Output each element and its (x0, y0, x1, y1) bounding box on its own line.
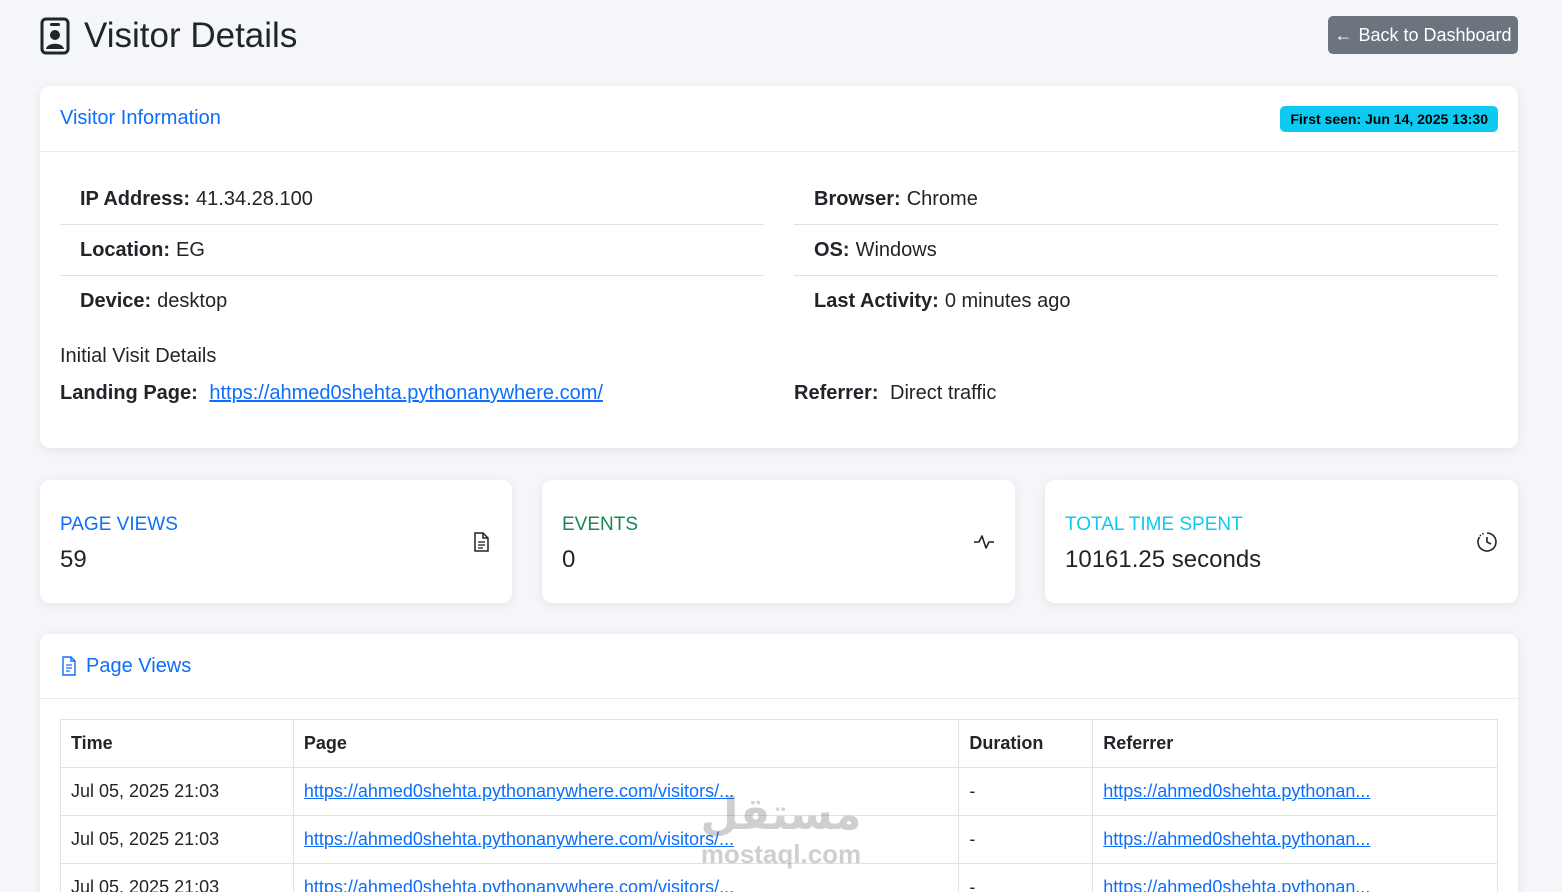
time-cell: Jul 05, 2025 21:03 (60, 767, 294, 816)
info-label: Last Activity: (814, 290, 939, 312)
info-row-location: Location: EG (60, 225, 764, 276)
table-header-row: Time Page Duration Referrer (60, 719, 1498, 768)
file-text-icon (60, 656, 78, 676)
referrer-line: Referrer: Direct traffic (794, 382, 996, 405)
location-value: EG (176, 238, 205, 261)
info-label: Location: (80, 238, 170, 261)
device-value: desktop (157, 290, 228, 312)
page-views-card: Page Views Time Page Duration Referrer J… (40, 634, 1518, 892)
time-cell: Jul 05, 2025 21:03 (60, 863, 294, 892)
column-header: Duration (958, 719, 1094, 768)
table-row: Jul 05, 2025 21:03 https://ahmed0shehta.… (60, 815, 1498, 864)
referrer-cell: https://ahmed0shehta.pythonan... (1092, 815, 1498, 864)
arrow-left-icon: ← (1334, 24, 1353, 45)
info-row-ip: IP Address: 41.34.28.100 (60, 174, 764, 225)
referrer-cell: https://ahmed0shehta.pythonan... (1092, 863, 1498, 892)
back-to-dashboard-button[interactable]: ← Back to Dashboard (1328, 16, 1518, 54)
info-label: IP Address: (80, 187, 191, 210)
page-views-stat-card: PAGE VIEWS 59 (40, 480, 512, 603)
page-views-header: Page Views (40, 634, 1518, 699)
table-row: Jul 05, 2025 21:03 https://ahmed0shehta.… (60, 863, 1498, 892)
landing-page-link[interactable]: https://ahmed0shehta.pythonanywhere.com/ (209, 382, 603, 404)
stat-value: 0 (562, 546, 576, 573)
page-header: Visitor Details ← Back to Dashboard (40, 14, 1518, 58)
info-row-os: OS: Windows (794, 225, 1498, 276)
info-row-browser: Browser: Chrome (794, 174, 1498, 225)
page-cell: https://ahmed0shehta.pythonanywhere.com/… (292, 767, 960, 816)
duration-cell: - (958, 863, 1094, 892)
stat-value: 10161.25 seconds (1065, 546, 1262, 573)
duration-cell: - (958, 767, 1094, 816)
browser-value: Chrome (906, 187, 978, 210)
page-views-table: Time Page Duration Referrer Jul 05, 2025… (60, 719, 1498, 892)
file-text-icon (470, 531, 492, 553)
back-button-label: Back to Dashboard (1358, 24, 1512, 45)
os-value: Windows (855, 238, 937, 261)
stat-label: EVENTS (562, 514, 639, 535)
page-link[interactable]: https://ahmed0shehta.pythonanywhere.com/… (304, 877, 734, 892)
referrer-cell: https://ahmed0shehta.pythonan... (1092, 767, 1498, 816)
referrer-value: Direct traffic (890, 382, 997, 404)
landing-page-label: Landing Page: (60, 382, 198, 404)
person-badge-icon (40, 16, 74, 56)
referrer-label: Referrer: (794, 382, 879, 404)
page-link[interactable]: https://ahmed0shehta.pythonanywhere.com/… (304, 829, 734, 849)
stat-label: PAGE VIEWS (60, 514, 178, 535)
referrer-link[interactable]: https://ahmed0shehta.pythonan... (1103, 877, 1370, 892)
visitor-information-title: Visitor Information (60, 107, 221, 129)
info-label: OS: (814, 238, 850, 261)
page-cell: https://ahmed0shehta.pythonanywhere.com/… (292, 863, 960, 892)
referrer-link[interactable]: https://ahmed0shehta.pythonan... (1103, 829, 1370, 849)
page-views-title: Page Views (86, 654, 192, 677)
page-link[interactable]: https://ahmed0shehta.pythonanywhere.com/… (304, 781, 734, 801)
visitor-information-header: Visitor Information First seen: Jun 14, … (40, 86, 1518, 152)
time-cell: Jul 05, 2025 21:03 (60, 815, 294, 864)
ip-address-value: 41.34.28.100 (196, 187, 313, 210)
info-left-column: IP Address: 41.34.28.100 Location: EG De… (60, 174, 764, 327)
events-stat-card: EVENTS 0 (542, 480, 1015, 603)
total-time-stat-card: TOTAL TIME SPENT 10161.25 seconds (1045, 480, 1518, 603)
last-activity-value: 0 minutes ago (944, 290, 1071, 312)
duration-cell: - (958, 815, 1094, 864)
table-row: Jul 05, 2025 21:03 https://ahmed0shehta.… (60, 767, 1498, 816)
stat-value: 59 (60, 546, 87, 573)
column-header: Page (292, 719, 960, 768)
info-label: Browser: (814, 187, 901, 210)
title-wrap: Visitor Details (40, 14, 297, 58)
landing-page-line: Landing Page: https://ahmed0shehta.pytho… (60, 382, 603, 405)
info-row-last-activity: Last Activity: 0 minutes ago (794, 276, 1498, 327)
initial-visit-title: Initial Visit Details (60, 345, 217, 367)
stat-label: TOTAL TIME SPENT (1065, 514, 1243, 535)
info-right-column: Browser: Chrome OS: Windows Last Activit… (794, 174, 1498, 327)
info-row-device: Device: desktop (60, 276, 764, 327)
info-label: Device: (80, 290, 152, 312)
referrer-link[interactable]: https://ahmed0shehta.pythonan... (1103, 781, 1370, 801)
activity-icon (973, 531, 995, 553)
page-cell: https://ahmed0shehta.pythonanywhere.com/… (292, 815, 960, 864)
column-header: Referrer (1092, 719, 1498, 768)
page-title: Visitor Details (84, 16, 298, 55)
visitor-details-page: Visitor Details ← Back to Dashboard Visi… (0, 0, 1562, 892)
clock-history-icon (1476, 531, 1498, 553)
first-seen-badge: First seen: Jun 14, 2025 13:30 (1280, 105, 1498, 132)
column-header: Time (60, 719, 294, 768)
